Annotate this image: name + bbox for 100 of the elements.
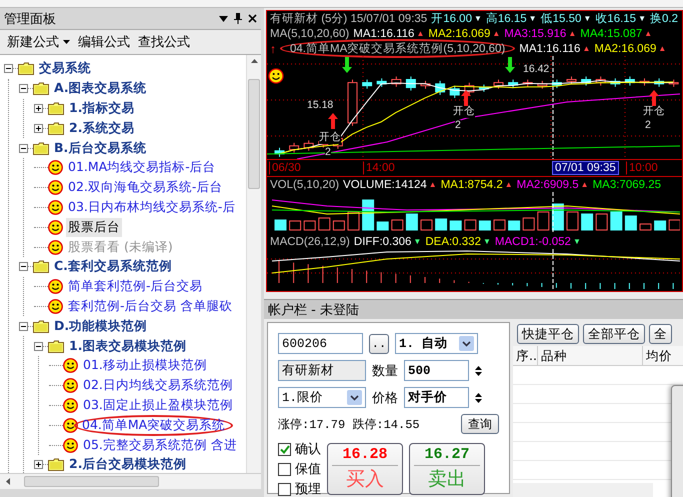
sell-button[interactable]: 16.27 卖出 bbox=[409, 443, 485, 495]
candlestick bbox=[406, 76, 416, 92]
candlestick bbox=[522, 79, 533, 88]
smiley-icon bbox=[48, 279, 63, 294]
code-field[interactable]: 600206 bbox=[278, 333, 363, 354]
browse-button[interactable]: .. bbox=[369, 334, 389, 354]
tree-item[interactable]: 05.完整交易系统范例 含进 bbox=[81, 436, 239, 455]
indicator-value: MA3:7069.25 bbox=[592, 178, 662, 190]
checkbox-label: 确认 bbox=[295, 441, 321, 458]
tree-item[interactable]: 简单套利范例-后台交易 bbox=[66, 277, 205, 296]
vertical-scrollbar[interactable] bbox=[246, 55, 261, 473]
toolbar-button[interactable]: 全 bbox=[649, 324, 672, 344]
tree-folder[interactable]: B.后台交易系统 bbox=[52, 138, 148, 158]
plus-icon bbox=[35, 461, 42, 468]
dropdown-icon[interactable] bbox=[219, 16, 228, 22]
trend-arrow: ▲ bbox=[504, 180, 513, 189]
time-label: 06/30 bbox=[269, 161, 304, 175]
scroll-left-icon[interactable] bbox=[6, 478, 10, 485]
price-label: 价格 bbox=[372, 390, 398, 406]
trend-arrow: ▲ bbox=[492, 29, 500, 38]
tree-folder[interactable]: 1.指标交易 bbox=[67, 98, 136, 118]
candlestick bbox=[537, 80, 548, 90]
scroll-up-icon[interactable] bbox=[250, 59, 258, 63]
plus-icon bbox=[35, 124, 42, 132]
tree-folder[interactable]: A.图表交易系统 bbox=[52, 79, 149, 98]
tree-item[interactable]: 02.双向海龟交易系统-后台 bbox=[66, 178, 224, 198]
indicator-value: MA2:16.069 bbox=[428, 28, 490, 40]
time-label: 10:00 bbox=[626, 161, 661, 175]
expand-toggle[interactable] bbox=[19, 262, 28, 272]
query-button[interactable]: 查询 bbox=[461, 414, 499, 434]
candlestick bbox=[435, 80, 446, 96]
tree-item[interactable]: 03.日内布林均线交易系统-后 bbox=[66, 198, 238, 217]
up-arrow-icon bbox=[461, 90, 471, 106]
tree-folder[interactable]: D.功能模块范例 bbox=[52, 316, 150, 336]
time-label: 14:00 bbox=[363, 161, 398, 175]
quantity-field[interactable]: 500 bbox=[404, 360, 469, 381]
expand-toggle[interactable] bbox=[4, 64, 13, 74]
tree-folder[interactable]: 2.后台交易模块范例 bbox=[67, 455, 188, 473]
tree-item[interactable]: 04.简单MA突破交易系统 bbox=[74, 414, 234, 436]
indicator-value: MA(5,10,20,60) bbox=[270, 28, 350, 40]
checkbox[interactable] bbox=[278, 482, 291, 496]
pin-icon[interactable] bbox=[234, 13, 242, 24]
trend-arrow: ▲ bbox=[582, 44, 590, 53]
folder-icon bbox=[18, 62, 34, 76]
toolbar-button[interactable]: 编辑公式 bbox=[75, 33, 133, 51]
expand-toggle[interactable] bbox=[34, 460, 43, 470]
tree-folder[interactable]: 2.系统交易 bbox=[67, 118, 136, 138]
tree-item[interactable]: 股票后台 bbox=[66, 218, 122, 237]
close-icon[interactable] bbox=[248, 14, 257, 23]
tree-item[interactable]: 套利范例-后台交易 含单腿砍 bbox=[66, 296, 234, 316]
checkbox-label: 预埋 bbox=[295, 481, 321, 497]
horizontal-scrollbar[interactable] bbox=[0, 474, 261, 489]
indicator-value: MA1:8754.2 bbox=[440, 178, 503, 190]
checkbox[interactable] bbox=[278, 442, 291, 456]
candlestick bbox=[304, 140, 314, 152]
chart-label: 开仓 bbox=[643, 106, 665, 118]
expand-toggle[interactable] bbox=[34, 342, 43, 351]
indicator-value: MACD1:-0.052 bbox=[494, 236, 571, 248]
folder-icon bbox=[48, 122, 64, 135]
toolbar-button[interactable]: 查找公式 bbox=[135, 33, 193, 51]
trend-arrow: ▼ bbox=[583, 14, 592, 23]
panel-title: 管理面板 bbox=[4, 10, 56, 28]
tree-item[interactable]: 01.移动止损模块范例 bbox=[81, 356, 209, 376]
indicator-value: MA2:16.069 bbox=[594, 42, 656, 54]
expand-toggle[interactable] bbox=[19, 144, 28, 153]
trend-arrow: ▲ bbox=[568, 29, 576, 38]
price-type-dropdown[interactable]: 1.限价 bbox=[278, 387, 366, 408]
candlestick bbox=[289, 142, 300, 154]
price-field[interactable]: 对手价 bbox=[404, 387, 469, 408]
mode-dropdown[interactable]: 1. 自动 bbox=[395, 333, 478, 354]
spinner-icon[interactable] bbox=[475, 366, 482, 376]
toolbar-button[interactable]: 全部平仓 bbox=[583, 324, 645, 344]
name-field: 有研新材 bbox=[278, 360, 366, 381]
tree-item[interactable]: 02.日内均线交易系统范例 bbox=[81, 376, 235, 396]
tree-folder[interactable]: 交易系统 bbox=[37, 59, 93, 78]
chart-label: 开仓 bbox=[319, 132, 341, 144]
trend-arrow: ▲ bbox=[580, 180, 589, 189]
trend-arrow: ▲ bbox=[658, 44, 666, 53]
scrollbar-thumb[interactable] bbox=[248, 79, 260, 189]
buy-button[interactable]: 16.28 买入 bbox=[327, 443, 403, 495]
spinner-icon[interactable] bbox=[475, 392, 482, 402]
trend-arrow: ▼ bbox=[413, 237, 422, 246]
quantity-label: 数量 bbox=[372, 362, 398, 380]
tree-item[interactable]: 01.MA均线交易指标-后台 bbox=[66, 158, 218, 178]
toolbar-button[interactable]: 快捷平仓 bbox=[517, 324, 579, 344]
expand-toggle[interactable] bbox=[19, 84, 28, 94]
smiley-icon bbox=[63, 418, 78, 433]
tree-folder[interactable]: C.套利交易系统范例 bbox=[52, 257, 174, 276]
toolbar-button[interactable]: 新建公式 bbox=[4, 33, 73, 51]
smiley-icon bbox=[63, 398, 78, 413]
expand-toggle[interactable] bbox=[34, 124, 43, 133]
tree-folder[interactable]: 1.图表交易模块范例 bbox=[67, 336, 188, 356]
scrollbar-thumb[interactable] bbox=[24, 476, 159, 487]
expand-toggle[interactable] bbox=[19, 322, 28, 331]
candlestick bbox=[668, 79, 679, 88]
expand-toggle[interactable] bbox=[34, 104, 43, 113]
tree-item[interactable]: 03.固定止损止盈模块范例 bbox=[81, 396, 235, 415]
checkbox[interactable] bbox=[278, 462, 291, 476]
indicator-value: MA3:15.916 bbox=[504, 28, 566, 40]
plus-icon bbox=[35, 104, 42, 112]
